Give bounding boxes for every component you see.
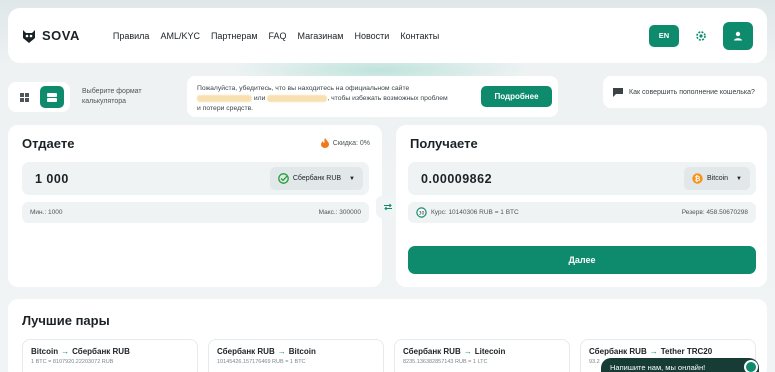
pair-name: Сбербанк RUB → Litecoin: [403, 347, 561, 356]
notice-text-before: Пожалуйста, убедитесь, что вы находитесь…: [197, 85, 410, 92]
pair-card[interactable]: Сбербанк RUB → Bitcoin 10145426.157176469 …: [208, 339, 384, 372]
pair-to: Bitcoin: [288, 347, 316, 356]
pair-rate: 10145426.157176469 RUB = 1 BTC: [217, 359, 306, 365]
nav-contacts[interactable]: Контакты: [400, 31, 439, 41]
settings-button[interactable]: [687, 25, 715, 47]
pair-from: Bitcoin: [31, 347, 59, 356]
rate-info: 30 Курс: 10140306 RUB = 1 BTC: [416, 207, 519, 218]
chevron-down-icon: ▼: [736, 175, 742, 182]
chevron-down-icon: ▼: [349, 175, 355, 182]
arrow-right-icon: →: [649, 347, 658, 356]
pair-name: Сбербанк RUB → Tether TRC20: [589, 347, 747, 356]
nav-partners[interactable]: Партнерам: [211, 31, 258, 41]
sberbank-icon: [278, 173, 289, 184]
pair-rate: 1 BTC = 8107920.22203072 RUB: [31, 359, 114, 365]
pair-from: Сбербанк RUB: [589, 347, 647, 356]
blurred-url: [197, 94, 252, 102]
pair-from: Сбербанк RUB: [403, 347, 461, 356]
logo[interactable]: SOVA: [22, 28, 80, 44]
logo-text: SOVA: [42, 28, 80, 43]
view-label-line2: калькулятора: [82, 98, 127, 105]
chat-icon: [613, 87, 623, 97]
notice-text-or: или: [253, 95, 266, 102]
list-view-button[interactable]: [40, 86, 64, 108]
nav-rules[interactable]: Правила: [113, 31, 150, 41]
account-button[interactable]: [723, 21, 753, 50]
get-title: Получаете: [410, 136, 478, 151]
give-panel: Отдаете Скидка: 0% 1 000 Сбербанк RUB ▼ …: [8, 125, 382, 287]
rate-timer: 30: [419, 210, 425, 216]
give-limits: Мин.: 1000 Макс.: 300000: [22, 202, 369, 223]
faq-hint-text: Как совершить пополнение кошелька?: [629, 88, 755, 96]
next-button[interactable]: Далее: [408, 246, 756, 274]
pair-rate: 8235.136382857143 RUB = 1 LTC: [403, 359, 488, 365]
top-header: SOVA Правила AML/KYC Партнерам FAQ Магаз…: [8, 8, 767, 63]
bitcoin-icon: ₿: [692, 173, 703, 184]
header-actions: EN: [649, 21, 753, 50]
grid-icon: [19, 92, 29, 102]
max-amount: Макс.: 300000: [318, 209, 361, 216]
pair-to: Tether TRC20: [660, 347, 713, 356]
give-title: Отдаете: [22, 136, 75, 151]
give-currency-label: Сбербанк RUB: [292, 175, 342, 182]
exchange-rate: Курс: 10140306 RUB = 1 BTC: [431, 209, 519, 216]
language-button[interactable]: EN: [649, 24, 679, 47]
svg-text:₿: ₿: [695, 175, 701, 183]
list-icon: [47, 92, 57, 102]
pair-name: Bitcoin → Сбербанк RUB: [31, 347, 189, 356]
min-amount: Мин.: 1000: [30, 209, 63, 216]
arrow-right-icon: →: [277, 347, 286, 356]
pair-to: Сбербанк RUB: [72, 347, 130, 356]
notice-text-after: , чтобы избежать возможных проблем: [327, 95, 448, 102]
blurred-url: [267, 94, 328, 102]
pair-from: Сбербанк RUB: [217, 347, 275, 356]
swap-arrows-icon: [384, 203, 392, 211]
grid-view-button[interactable]: [12, 86, 36, 108]
arrow-right-icon: →: [463, 347, 472, 356]
get-currency-label: Bitcoin: [707, 175, 729, 182]
chat-status-dot: [744, 360, 758, 372]
get-amount-input[interactable]: 0.00009862: [421, 172, 492, 186]
user-icon: [734, 31, 742, 40]
timer-icon: 30: [416, 207, 427, 218]
best-pairs-title: Лучшие пары: [22, 313, 110, 328]
view-toggle-label: Выберите формат калькулятора: [82, 87, 142, 107]
fire-icon: [320, 138, 329, 148]
give-amount-box[interactable]: 1 000 Сбербанк RUB ▼: [22, 162, 369, 195]
nav-faq[interactable]: FAQ: [269, 31, 287, 41]
view-label-line1: Выберите формат: [82, 88, 142, 95]
get-panel: Получаете 0.00009862 ₿ Bitcoin ▼ 30 Курс…: [396, 125, 767, 287]
owl-logo-icon: [23, 29, 35, 43]
faq-hint[interactable]: Как совершить пополнение кошелька?: [603, 76, 767, 108]
arrow-right-icon: →: [61, 347, 70, 356]
nav-aml-kyc[interactable]: AML/KYC: [160, 31, 200, 41]
pair-to: Litecoin: [474, 347, 506, 356]
nav-news[interactable]: Новости: [354, 31, 389, 41]
give-amount-input[interactable]: 1 000: [35, 172, 69, 186]
discount-text: Скидка: 0%: [332, 139, 370, 147]
get-rate-row: 30 Курс: 10140306 RUB = 1 BTC Резерв: 45…: [408, 202, 756, 223]
nav-shops[interactable]: Магазинам: [298, 31, 344, 41]
get-currency-select[interactable]: ₿ Bitcoin ▼: [684, 167, 750, 190]
notice-text-line3: и потери средств.: [197, 105, 254, 112]
chat-widget[interactable]: Напишите нам, мы онлайн!: [601, 358, 759, 372]
gear-icon: [696, 30, 706, 41]
pair-card[interactable]: Bitcoin → Сбербанк RUB 1 BTC = 8107920.222…: [22, 339, 198, 372]
details-button[interactable]: Подробнее: [481, 86, 552, 107]
notice-text: Пожалуйста, убедитесь, что вы находитесь…: [197, 84, 467, 114]
pair-name: Сбербанк RUB → Bitcoin: [217, 347, 375, 356]
get-amount-box[interactable]: 0.00009862 ₿ Bitcoin ▼: [408, 162, 756, 195]
main-nav: Правила AML/KYC Партнерам FAQ Магазинам …: [113, 31, 439, 41]
discount-info: Скидка: 0%: [320, 138, 370, 148]
official-site-notice: Пожалуйста, убедитесь, что вы находитесь…: [187, 76, 558, 117]
pair-card[interactable]: Сбербанк RUB → Litecoin 8235.136382857143 …: [394, 339, 570, 372]
give-currency-select[interactable]: Сбербанк RUB ▼: [269, 167, 363, 190]
reserve-amount: Резерв: 458.50670298: [681, 209, 748, 216]
calculator-view-toggle: [8, 82, 70, 112]
